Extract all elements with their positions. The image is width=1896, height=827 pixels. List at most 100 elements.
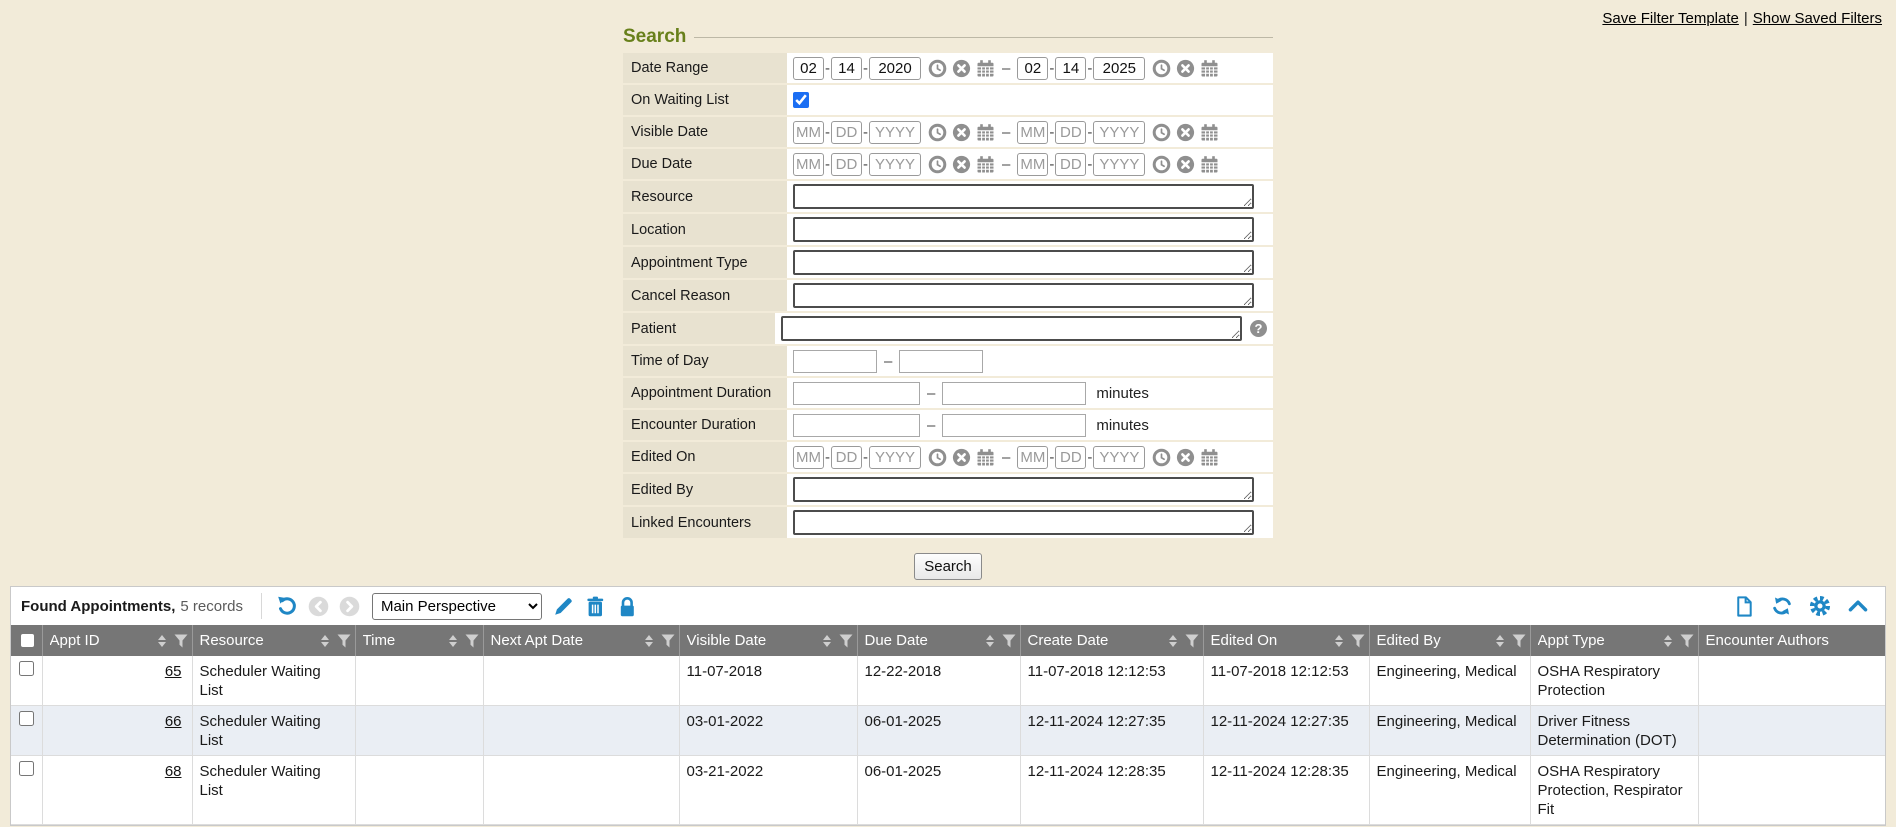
calendar-icon[interactable] bbox=[1200, 155, 1219, 174]
search-button[interactable]: Search bbox=[914, 553, 982, 580]
appt-id-link[interactable]: 65 bbox=[165, 663, 182, 680]
edited-on-to-day[interactable] bbox=[1055, 446, 1086, 469]
appointment-duration-from-input[interactable] bbox=[793, 382, 920, 405]
date-range-from-month[interactable] bbox=[793, 57, 824, 80]
time-of-day-to-input[interactable] bbox=[899, 350, 983, 373]
prev-page-icon[interactable] bbox=[308, 596, 329, 617]
gear-icon[interactable] bbox=[1809, 595, 1831, 617]
sort-icon[interactable] bbox=[645, 635, 653, 647]
visible-date-from-year[interactable] bbox=[869, 121, 921, 144]
clear-icon[interactable] bbox=[1176, 155, 1195, 174]
filter-icon[interactable] bbox=[839, 634, 853, 648]
sort-icon[interactable] bbox=[823, 635, 831, 647]
filter-icon[interactable] bbox=[1002, 634, 1016, 648]
lock-perspective-icon[interactable] bbox=[616, 595, 638, 617]
appt-id-link[interactable]: 66 bbox=[165, 713, 182, 730]
cancel-reason-input[interactable] bbox=[793, 283, 1254, 308]
new-document-icon[interactable] bbox=[1733, 595, 1755, 617]
sort-icon[interactable] bbox=[1664, 635, 1672, 647]
clock-icon[interactable] bbox=[1152, 59, 1171, 78]
calendar-icon[interactable] bbox=[976, 59, 995, 78]
visible-date-to-year[interactable] bbox=[1093, 121, 1145, 144]
refresh-icon[interactable] bbox=[1771, 595, 1793, 617]
row-checkbox[interactable] bbox=[19, 661, 34, 676]
clear-icon[interactable] bbox=[952, 59, 971, 78]
resource-input[interactable] bbox=[793, 184, 1254, 209]
visible-date-from-day[interactable] bbox=[831, 121, 862, 144]
edited-by-input[interactable] bbox=[793, 477, 1254, 502]
calendar-icon[interactable] bbox=[1200, 448, 1219, 467]
edit-perspective-pencil-icon[interactable] bbox=[552, 595, 574, 617]
sort-icon[interactable] bbox=[986, 635, 994, 647]
edited-on-from-year[interactable] bbox=[869, 446, 921, 469]
filter-icon[interactable] bbox=[174, 634, 188, 648]
clock-icon[interactable] bbox=[928, 155, 947, 174]
clock-icon[interactable] bbox=[928, 448, 947, 467]
due-date-to-day[interactable] bbox=[1055, 153, 1086, 176]
save-filter-template-link[interactable]: Save Filter Template bbox=[1602, 10, 1738, 27]
perspective-select[interactable]: Main Perspective bbox=[372, 593, 542, 620]
sort-icon[interactable] bbox=[449, 635, 457, 647]
on-waiting-list-checkbox[interactable] bbox=[793, 92, 809, 108]
encounter-duration-from-input[interactable] bbox=[793, 414, 920, 437]
filter-icon[interactable] bbox=[337, 634, 351, 648]
filter-icon[interactable] bbox=[1351, 634, 1365, 648]
date-range-from-day[interactable] bbox=[831, 57, 862, 80]
sort-icon[interactable] bbox=[321, 635, 329, 647]
edited-on-to-month[interactable] bbox=[1017, 446, 1048, 469]
delete-perspective-trash-icon[interactable] bbox=[584, 595, 606, 617]
sort-icon[interactable] bbox=[1169, 635, 1177, 647]
show-saved-filters-link[interactable]: Show Saved Filters bbox=[1753, 10, 1882, 27]
undo-icon[interactable] bbox=[276, 595, 298, 617]
calendar-icon[interactable] bbox=[976, 155, 995, 174]
appointment-type-input[interactable] bbox=[793, 250, 1254, 275]
sort-icon[interactable] bbox=[1496, 635, 1504, 647]
collapse-icon[interactable] bbox=[1847, 595, 1869, 617]
calendar-icon[interactable] bbox=[1200, 123, 1219, 142]
clear-icon[interactable] bbox=[952, 448, 971, 467]
filter-icon[interactable] bbox=[465, 634, 479, 648]
clock-icon[interactable] bbox=[1152, 155, 1171, 174]
visible-date-to-month[interactable] bbox=[1017, 121, 1048, 144]
clock-icon[interactable] bbox=[928, 59, 947, 78]
filter-icon[interactable] bbox=[1185, 634, 1199, 648]
row-checkbox[interactable] bbox=[19, 761, 34, 776]
patient-input[interactable] bbox=[781, 316, 1242, 341]
next-page-icon[interactable] bbox=[339, 596, 360, 617]
clear-icon[interactable] bbox=[1176, 123, 1195, 142]
due-date-from-year[interactable] bbox=[869, 153, 921, 176]
location-input[interactable] bbox=[793, 217, 1254, 242]
appt-id-link[interactable]: 68 bbox=[165, 763, 182, 780]
filter-icon[interactable] bbox=[1680, 634, 1694, 648]
due-date-to-month[interactable] bbox=[1017, 153, 1048, 176]
clock-icon[interactable] bbox=[1152, 448, 1171, 467]
calendar-icon[interactable] bbox=[976, 448, 995, 467]
clear-icon[interactable] bbox=[1176, 448, 1195, 467]
clear-icon[interactable] bbox=[1176, 59, 1195, 78]
clear-icon[interactable] bbox=[952, 123, 971, 142]
edited-on-to-year[interactable] bbox=[1093, 446, 1145, 469]
calendar-icon[interactable] bbox=[976, 123, 995, 142]
sort-icon[interactable] bbox=[158, 635, 166, 647]
appointment-duration-to-input[interactable] bbox=[942, 382, 1086, 405]
date-range-to-day[interactable] bbox=[1055, 57, 1086, 80]
encounter-duration-to-input[interactable] bbox=[942, 414, 1086, 437]
date-range-from-year[interactable] bbox=[869, 57, 921, 80]
calendar-icon[interactable] bbox=[1200, 59, 1219, 78]
linked-encounters-input[interactable] bbox=[793, 510, 1254, 535]
visible-date-from-month[interactable] bbox=[793, 121, 824, 144]
due-date-from-day[interactable] bbox=[831, 153, 862, 176]
visible-date-to-day[interactable] bbox=[1055, 121, 1086, 144]
clear-icon[interactable] bbox=[952, 155, 971, 174]
due-date-from-month[interactable] bbox=[793, 153, 824, 176]
due-date-to-year[interactable] bbox=[1093, 153, 1145, 176]
date-range-to-year[interactable] bbox=[1093, 57, 1145, 80]
date-range-to-month[interactable] bbox=[1017, 57, 1048, 80]
select-all-checkbox[interactable] bbox=[21, 634, 34, 647]
edited-on-from-month[interactable] bbox=[793, 446, 824, 469]
row-checkbox[interactable] bbox=[19, 711, 34, 726]
help-icon[interactable]: ? bbox=[1250, 320, 1267, 337]
clock-icon[interactable] bbox=[928, 123, 947, 142]
sort-icon[interactable] bbox=[1335, 635, 1343, 647]
time-of-day-from-input[interactable] bbox=[793, 350, 877, 373]
